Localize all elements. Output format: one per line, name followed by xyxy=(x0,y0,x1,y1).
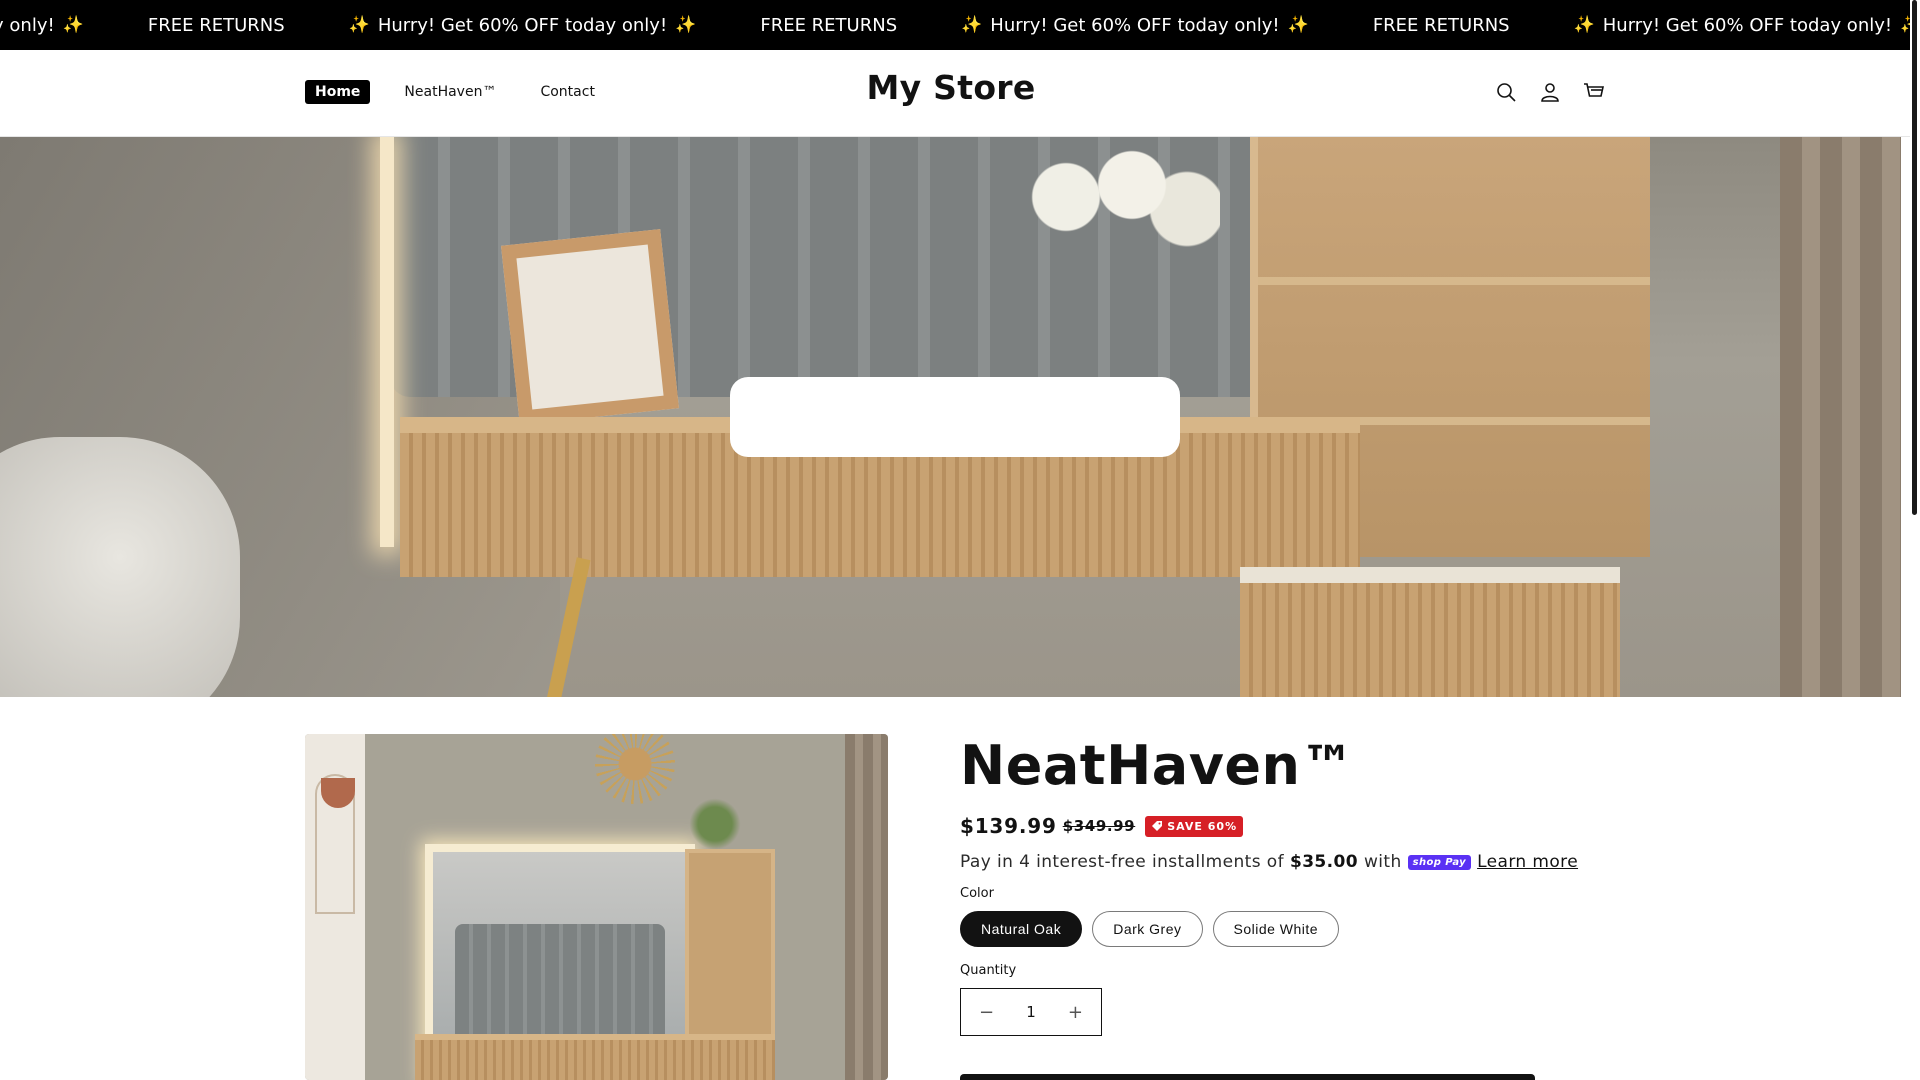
nav-neathaven[interactable]: NeatHaven™ xyxy=(394,80,506,104)
quantity-decrease-button[interactable]: − xyxy=(979,1002,994,1023)
add-to-cart-button[interactable] xyxy=(960,1074,1535,1080)
save-badge: SAVE 60% xyxy=(1145,815,1244,837)
product-image-headboard xyxy=(455,924,665,1044)
quantity-input[interactable]: 1 xyxy=(1026,1003,1036,1021)
hero-flowers xyxy=(1000,137,1220,257)
price-row: $139.99 $349.99 SAVE 60% xyxy=(960,814,1580,838)
sparkle-icon: ✨ xyxy=(348,15,370,35)
announcement-bar: ay only! ✨ FREE RETURNS ✨ Hurry! Get 60% OFF… xyxy=(0,0,1910,50)
announcement-track: ay only! ✨ FREE RETURNS ✨ Hurry! Get 60% OFF… xyxy=(0,0,1910,50)
nav-contact[interactable]: Contact xyxy=(530,80,604,104)
save-badge-label: SAVE 60% xyxy=(1167,819,1238,833)
quantity-label: Quantity xyxy=(960,963,1017,978)
announcement-text: ay only! xyxy=(0,14,55,36)
product-image-plant xyxy=(685,794,745,854)
shoppay-logo: shop Pay xyxy=(1407,854,1472,870)
color-options: Natural Oak Dark Grey Solide White xyxy=(960,911,1580,947)
product-image-curtain xyxy=(845,734,888,1080)
learn-more-link[interactable]: Learn more xyxy=(1477,852,1578,872)
header-icons xyxy=(1494,80,1606,104)
installments-amount: $35.00 xyxy=(1289,852,1358,872)
quantity-stepper: − 1 + xyxy=(960,988,1102,1036)
color-label: Color xyxy=(960,886,994,901)
hero-shelf-row xyxy=(1258,277,1650,285)
product-image[interactable] xyxy=(305,734,888,1080)
installments-prefix: Pay in 4 interest-free installments of xyxy=(960,852,1284,872)
sparkle-icon: ✨ xyxy=(675,15,697,35)
announcement-item: FREE RETURNS xyxy=(1373,15,1510,36)
hero-chair xyxy=(0,437,240,697)
sparkle-icon: ✨ xyxy=(1900,15,1910,35)
nav-home[interactable]: Home xyxy=(305,80,371,104)
product-image-desk xyxy=(415,1034,775,1080)
hero-side-cabinet xyxy=(1240,567,1620,697)
color-option-dark-grey[interactable]: Dark Grey xyxy=(1092,911,1203,947)
announcement-text: Hurry! Get 60% OFF today only! xyxy=(377,14,668,36)
hero-banner-image xyxy=(0,137,1901,697)
announcement-text: FREE RETURNS xyxy=(147,14,285,36)
installments-suffix: with xyxy=(1363,852,1402,872)
site-header: Home NeatHaven™ Contact My Store xyxy=(0,50,1910,137)
hero-mirror-glow xyxy=(380,137,394,547)
announcement-text: FREE RETURNS xyxy=(1372,14,1510,36)
search-icon[interactable] xyxy=(1494,80,1518,104)
color-option-solide-white[interactable]: Solide White xyxy=(1212,911,1340,947)
page-scrollbar[interactable] xyxy=(1910,0,1920,1080)
hero-curtain xyxy=(1780,137,1901,697)
tag-icon xyxy=(1152,821,1163,831)
sparkle-icon: ✨ xyxy=(1287,15,1309,35)
hero-content-box xyxy=(730,377,1180,457)
announcement-item: FREE RETURNS xyxy=(148,15,285,36)
announcement-item: ay only! ✨ xyxy=(0,15,84,36)
announcement-item: ✨ Hurry! Get 60% OFF today only! ✨ xyxy=(1574,15,1910,36)
quantity-increase-button[interactable]: + xyxy=(1068,1002,1083,1023)
product-title: NeatHaven™ xyxy=(960,734,1355,797)
installments-message: Pay in 4 interest-free installments of $… xyxy=(960,852,1580,872)
announcement-text: Hurry! Get 60% OFF today only! xyxy=(990,14,1280,36)
main-nav: Home NeatHaven™ Contact xyxy=(305,80,605,104)
scrollbar-thumb[interactable] xyxy=(1912,0,1917,515)
sparkle-icon: ✨ xyxy=(961,15,983,35)
announcement-item: ✨ Hurry! Get 60% OFF today only! ✨ xyxy=(349,15,697,36)
price-current: $139.99 xyxy=(960,814,1057,838)
cart-icon[interactable] xyxy=(1582,80,1606,104)
announcement-item: ✨ Hurry! Get 60% OFF today only! ✨ xyxy=(961,15,1309,36)
account-icon[interactable] xyxy=(1538,80,1562,104)
store-logo[interactable]: My Store xyxy=(866,68,1035,107)
sparkle-icon: ✨ xyxy=(1573,15,1595,35)
sparkle-icon: ✨ xyxy=(62,15,84,35)
announcement-item: FREE RETURNS xyxy=(760,15,897,36)
hero-picture-frame xyxy=(501,229,679,425)
announcement-text: FREE RETURNS xyxy=(760,14,898,36)
announcement-text: Hurry! Get 60% OFF today only! xyxy=(1602,14,1893,36)
product-info: NeatHaven™ $139.99 $349.99 SAVE 60% Pay … xyxy=(960,734,1580,1036)
product-image-sunburst-mirror xyxy=(595,734,675,804)
price-compare: $349.99 xyxy=(1062,817,1136,835)
color-option-natural-oak[interactable]: Natural Oak xyxy=(960,911,1083,947)
